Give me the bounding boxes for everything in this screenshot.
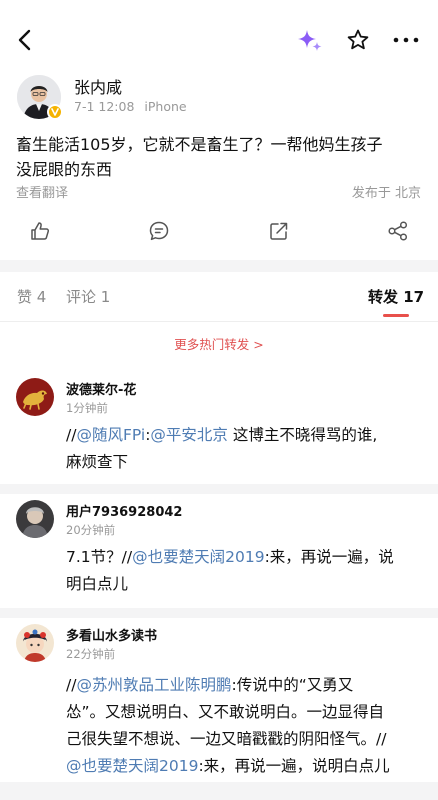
active-tab-indicator: [383, 314, 409, 317]
interaction-tabs: 赞 4 评论 1 转发 17: [0, 272, 438, 322]
repost-time: 22分钟前: [66, 647, 116, 661]
favorite-button[interactable]: [342, 24, 374, 56]
post-meta: 7-1 12:08 iPhone: [74, 99, 187, 114]
more-horizontal-icon: [393, 37, 419, 43]
repost-text-line: 明白点儿: [66, 575, 129, 593]
comment-button[interactable]: [145, 217, 173, 245]
translate-link[interactable]: 查看翻译: [16, 182, 68, 201]
post-device: iPhone: [144, 99, 187, 114]
post-location: 发布于 北京: [351, 186, 421, 201]
author-name[interactable]: 张内咸: [74, 74, 122, 98]
mention-link[interactable]: @随风FPi: [76, 426, 145, 444]
mention-link[interactable]: @也要楚天阔2019: [66, 757, 198, 775]
share-button[interactable]: [384, 217, 412, 245]
repost-user-name[interactable]: 波德莱尔-花: [66, 379, 136, 398]
post-text-line: 没屁眼的东西: [16, 160, 113, 179]
repost-text-line: //@苏州敦品工业陈明鹏:传说中的“又勇又: [66, 672, 426, 699]
star-outline-icon: [347, 29, 369, 50]
repost-user-name[interactable]: 用户7936928042: [66, 501, 182, 520]
mention-link[interactable]: @苏州敦品工业陈明鹏: [76, 676, 231, 694]
repost-user-name[interactable]: 多看山水多读书: [66, 625, 157, 644]
back-button[interactable]: [10, 24, 38, 56]
text-segment: :来，再说一遍，说: [264, 548, 394, 566]
post-date: 7-1 12:08: [74, 99, 135, 114]
repost-text-line: 麻烦查下: [66, 453, 129, 471]
repost-button[interactable]: [265, 217, 293, 245]
repost-time: 1分钟前: [66, 401, 108, 415]
top-bar: [0, 0, 438, 78]
item-separator: [0, 608, 438, 618]
text-segment: :传说中的“又勇又: [231, 676, 354, 694]
avatar[interactable]: [16, 378, 54, 416]
repost-text-line: 7.1节？//@也要楚天阔2019:来，再说一遍，说: [66, 544, 426, 571]
repost-text-line: //@随风FPi:@平安北京 这博主不晓得骂的谁,: [66, 422, 426, 449]
text-segment: 这博主不晓得骂的谁,: [227, 426, 378, 444]
repost-time: 20分钟前: [66, 523, 116, 537]
text-segment: 7.1节？//: [66, 548, 133, 566]
avatar[interactable]: [16, 500, 54, 538]
repost-text: //@随风FPi:@平安北京 这博主不晓得骂的谁, 麻烦查下: [66, 422, 426, 476]
repost-text-line: 己很失望不想说、一边又暗戳戳的阴阳怪气。//: [66, 730, 387, 748]
item-separator: [0, 782, 438, 800]
thumb-up-icon: [31, 222, 50, 240]
section-divider: [0, 260, 438, 272]
verified-badge-icon: [47, 104, 63, 120]
more-button[interactable]: [390, 24, 422, 56]
mention-link[interactable]: @也要楚天阔2019: [132, 548, 264, 566]
tab-likes[interactable]: 赞 4: [17, 286, 46, 307]
sparkle-icon: [298, 30, 322, 51]
chevron-left-icon: [18, 29, 31, 51]
text-segment: :来，再说一遍，说明白点儿: [198, 757, 390, 775]
post-text-line: 畜生能活105岁，它就不是畜生了？一帮他妈生孩子: [16, 135, 383, 154]
repost-text-line: @也要楚天阔2019:来，再说一遍，说明白点儿: [66, 753, 426, 780]
mention-link[interactable]: @平安北京: [150, 426, 228, 444]
repost-text: //@苏州敦品工业陈明鹏:传说中的“又勇又 怂”。又想说明白、又不敢说明白。一边…: [66, 672, 426, 780]
post-text: 畜生能活105岁，它就不是畜生了？一帮他妈生孩子 没屁眼的东西: [16, 132, 426, 182]
like-button[interactable]: [26, 217, 54, 245]
avatar[interactable]: [16, 624, 54, 662]
comment-icon: [149, 221, 169, 241]
share-nodes-icon: [388, 221, 408, 241]
item-separator: [0, 484, 438, 494]
repost-text-line: 怂”。又想说明白、又不敢说明白。一边显得自: [66, 703, 385, 721]
tab-comments[interactable]: 评论 1: [66, 286, 110, 307]
share-arrow-icon: [270, 222, 288, 240]
more-hot-reposts-link[interactable]: 更多热门转发 >: [0, 334, 438, 353]
tab-reposts[interactable]: 转发 17: [368, 286, 424, 307]
text-segment: //: [66, 426, 77, 444]
ai-assistant-button[interactable]: [294, 24, 326, 56]
post-action-bar: [0, 217, 438, 245]
text-segment: //: [66, 676, 77, 694]
repost-text: 7.1节？//@也要楚天阔2019:来，再说一遍，说 明白点儿: [66, 544, 426, 598]
